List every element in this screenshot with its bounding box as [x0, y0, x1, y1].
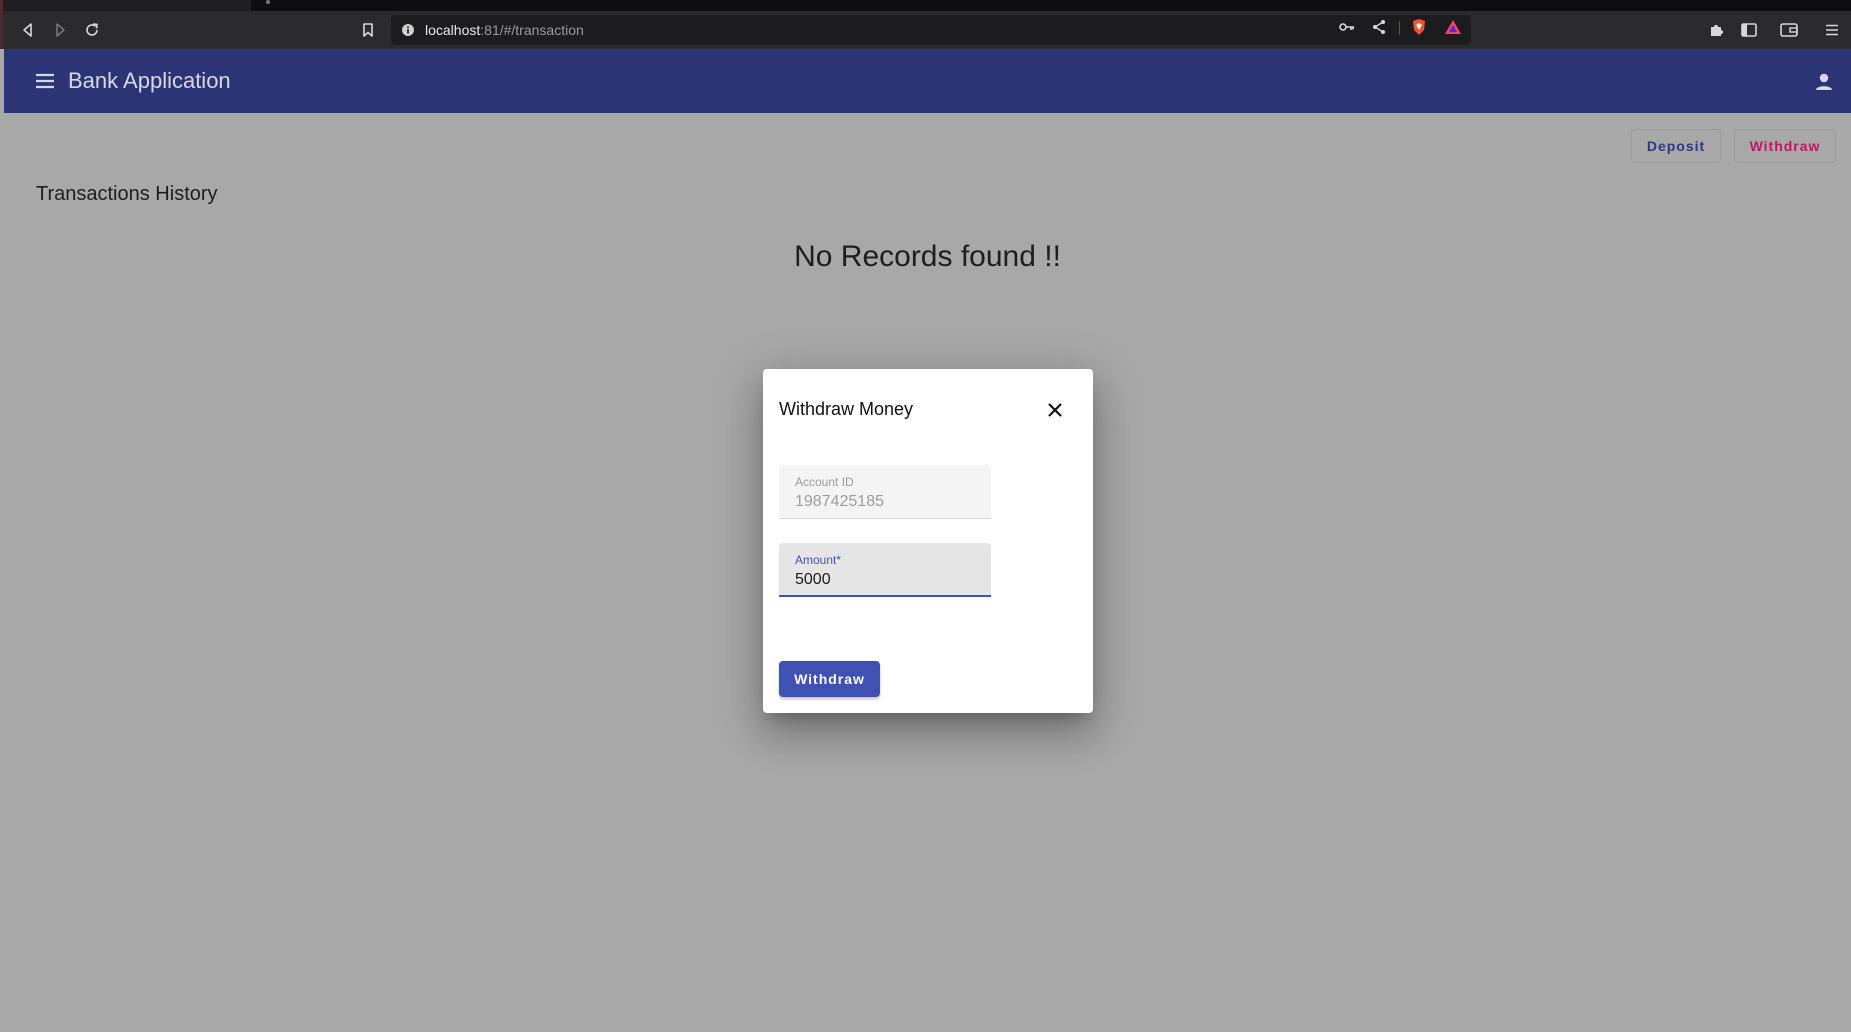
reload-button[interactable] — [79, 17, 105, 43]
sidebar-toggle-button[interactable] — [1736, 17, 1762, 43]
password-key-button[interactable] — [1337, 17, 1357, 37]
address-bar[interactable]: localhost:81/#/transaction — [391, 15, 1471, 45]
bookmark-button[interactable] — [355, 17, 381, 43]
withdraw-dialog: Withdraw Money Account ID Amount* Withdr… — [763, 369, 1093, 713]
page-title: Transactions History — [36, 183, 218, 205]
amount-input[interactable] — [795, 569, 975, 591]
deposit-button[interactable]: Deposit — [1631, 129, 1721, 163]
brave-shields-button[interactable] — [1409, 17, 1429, 37]
account-id-input — [795, 491, 975, 513]
bookmark-icon — [363, 23, 373, 37]
forward-button[interactable] — [47, 17, 73, 43]
account-icon — [1816, 73, 1832, 90]
wallet-icon — [1780, 23, 1798, 37]
sidebar-icon — [1741, 23, 1757, 37]
back-button[interactable] — [15, 17, 41, 43]
account-id-label: Account ID — [795, 475, 854, 489]
forward-icon — [56, 23, 65, 37]
account-id-field: Account ID — [779, 465, 991, 519]
empty-state-message: No Records found !! — [794, 240, 1061, 273]
wallet-button[interactable] — [1776, 17, 1802, 43]
browser-tab-strip — [0, 0, 1851, 11]
new-tab-icon[interactable] — [266, 0, 270, 4]
extensions-icon — [1711, 25, 1723, 36]
menu-icon — [36, 73, 54, 89]
share-icon — [1373, 20, 1385, 34]
withdraw-button[interactable]: Withdraw — [1734, 129, 1836, 163]
url-path: :81/#/transaction — [480, 22, 584, 38]
url-host: localhost — [425, 22, 481, 38]
browser-toolbar: localhost:81/#/transaction — [0, 11, 1851, 49]
close-icon — [1048, 403, 1062, 417]
brave-rewards-icon — [1445, 20, 1461, 34]
menu-button[interactable] — [30, 67, 60, 95]
reload-icon — [86, 23, 98, 36]
account-button[interactable] — [1809, 67, 1839, 97]
app-toolbar: Bank Application — [4, 49, 1851, 113]
dialog-title: Withdraw Money — [779, 399, 914, 419]
amount-field[interactable]: Amount* — [779, 543, 991, 597]
address-bar-divider — [1399, 21, 1400, 35]
url-text[interactable]: localhost:81/#/transaction — [425, 22, 584, 38]
info-icon[interactable] — [401, 23, 415, 37]
browser-tab[interactable] — [0, 0, 251, 11]
brave-rewards-button[interactable] — [1443, 17, 1463, 37]
brave-shield-icon — [1413, 19, 1425, 35]
browser-menu-icon — [1826, 24, 1838, 36]
back-icon — [23, 23, 32, 37]
amount-label: Amount* — [795, 553, 842, 567]
withdraw-submit-button[interactable]: Withdraw — [779, 661, 880, 697]
browser-menu-button[interactable] — [1819, 17, 1845, 43]
share-button[interactable] — [1369, 17, 1389, 37]
key-icon — [1339, 23, 1354, 31]
close-dialog-button[interactable] — [1040, 395, 1070, 425]
app-title: Bank Application — [68, 68, 231, 93]
extensions-button[interactable] — [1703, 17, 1729, 43]
